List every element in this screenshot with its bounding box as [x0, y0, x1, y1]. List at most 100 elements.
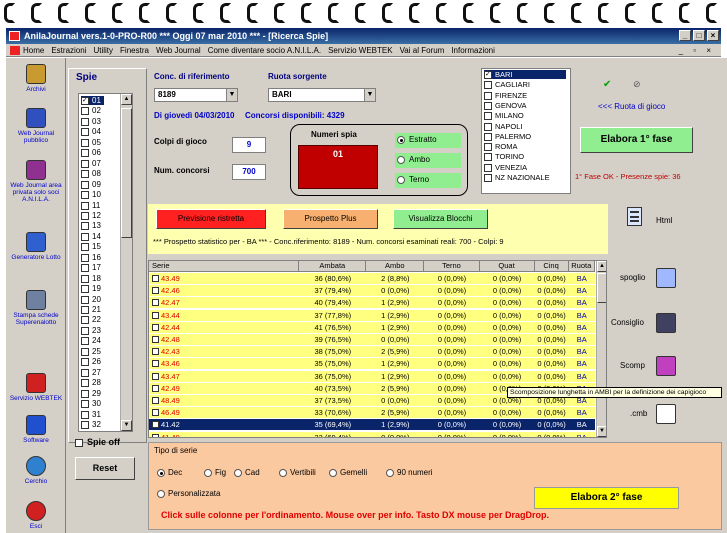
checkbox[interactable]	[152, 348, 159, 356]
checkbox[interactable]	[81, 117, 89, 126]
checkbox[interactable]	[81, 285, 89, 294]
checkbox[interactable]	[152, 275, 159, 282]
spie-off-checkbox[interactable]	[75, 439, 83, 447]
checkbox[interactable]	[152, 433, 159, 437]
checkbox[interactable]	[81, 138, 89, 147]
spie-item[interactable]: 23	[81, 326, 121, 335]
ruota-item[interactable]: NAPOLI	[484, 122, 568, 131]
checkbox[interactable]	[81, 326, 89, 335]
spie-item[interactable]: ✓ 01	[81, 96, 104, 105]
toolbar-item-0[interactable]: Archivi	[6, 64, 66, 93]
spie-item[interactable]: 06	[81, 148, 121, 158]
checkbox[interactable]	[81, 201, 89, 210]
table-row[interactable]: 46.49 33 (70,6%) 2 (5,9%) 0 (0,0%) 0 (0,0%) 0…	[149, 407, 595, 419]
radio-cad[interactable]: Cad	[234, 468, 260, 478]
checkbox[interactable]	[81, 107, 89, 116]
checkbox[interactable]	[152, 397, 159, 404]
previsione-button[interactable]: Previsione ristretta	[156, 209, 266, 229]
spie-item[interactable]: 25	[81, 347, 121, 356]
spie-item[interactable]: 30	[81, 399, 121, 409]
radio-gemelli[interactable]: Gemelli	[329, 468, 367, 478]
spie-item[interactable]: 31	[81, 410, 121, 419]
checkbox[interactable]	[81, 253, 89, 262]
spie-scrollbar[interactable]: ▲ ▼	[120, 94, 132, 431]
checkbox[interactable]	[81, 128, 89, 137]
checkbox[interactable]	[81, 379, 89, 388]
spie-item[interactable]: 26	[81, 357, 121, 367]
elabora1-button[interactable]: Elabora 1° fase	[580, 127, 693, 153]
table-row[interactable]: 43.44 37 (77,8%) 1 (2,9%) 0 (0,0%) 0 (0,0%) 0…	[149, 309, 595, 321]
toolbar-item-1[interactable]: Web Journal pubblico	[6, 108, 66, 144]
radio-personalizzata[interactable]: Personalizzata	[157, 489, 220, 499]
menu-item[interactable]: Finestra	[120, 46, 149, 55]
table-row[interactable]: 43.47 36 (75,0%) 1 (2,9%) 0 (0,0%) 0 (0,0%) 0…	[149, 370, 595, 382]
spoglio-icon[interactable]	[656, 268, 676, 288]
toolbar-item-7[interactable]: Cerchio	[6, 456, 66, 485]
toolbar-item-2[interactable]: Web Journal area privata solo soci A.N.I…	[6, 160, 66, 203]
checkbox[interactable]	[81, 295, 89, 304]
ruote-list[interactable]: ✓ BARI CAGLIARI FIRENZE GENOVA MILANO NAPOLI PA…	[481, 68, 571, 194]
spie-item[interactable]: 05	[81, 138, 121, 147]
spie-item[interactable]: 03	[81, 117, 121, 126]
checkbox[interactable]	[152, 409, 159, 417]
spie-item[interactable]: 21	[81, 305, 121, 314]
spie-item[interactable]: 32	[81, 420, 121, 429]
radio-dot[interactable]	[397, 176, 405, 184]
spie-item[interactable]: 29	[81, 389, 121, 398]
colpi-input[interactable]: 9	[232, 137, 266, 153]
spie-item[interactable]: 10	[81, 190, 121, 200]
conc-combo[interactable]: 8189 ▼	[154, 88, 238, 102]
ruota-item[interactable]: TORINO	[484, 152, 568, 162]
menu-item[interactable]: Web Journal	[156, 46, 201, 55]
ruota-item[interactable]: NZ NAZIONALE	[484, 173, 568, 182]
toolbar-item-6[interactable]: Software	[6, 415, 66, 444]
checkbox[interactable]	[484, 81, 492, 90]
radio-fig[interactable]: Fig	[204, 468, 226, 478]
checkbox[interactable]: ✓	[81, 97, 89, 105]
radio-dot[interactable]	[279, 469, 287, 477]
ruota-item[interactable]: ROMA	[484, 142, 568, 152]
spie-item[interactable]: 19	[81, 284, 121, 294]
checkbox[interactable]	[81, 368, 89, 377]
elabora2-button[interactable]: Elabora 2° fase	[534, 487, 679, 509]
spie-item[interactable]: 28	[81, 378, 121, 388]
ruota-item[interactable]: VENEZIA	[484, 163, 568, 172]
checkbox[interactable]	[152, 311, 159, 319]
scroll-up-icon[interactable]: ▲	[121, 94, 132, 105]
toolbar-item-5[interactable]: Servizio WEBTEK	[6, 373, 66, 402]
checkbox[interactable]	[152, 299, 159, 307]
checkbox[interactable]	[81, 232, 89, 241]
table-row[interactable]: 41.42 35 (69,4%) 1 (2,9%) 0 (0,0%) 0 (0,0%) 0…	[149, 419, 595, 431]
scroll-thumb[interactable]	[121, 108, 132, 238]
toolbar-item-8[interactable]: Esci	[6, 501, 66, 530]
spie-item[interactable]: 04	[81, 127, 121, 137]
spie-item[interactable]: 13	[81, 221, 121, 231]
spie-item[interactable]: 17	[81, 263, 121, 273]
menu-item[interactable]: Home	[23, 46, 44, 55]
check-icon[interactable]: ✔	[603, 79, 611, 90]
table-row[interactable]: 42.47 40 (79,4%) 1 (2,9%) 0 (0,0%) 0 (0,0%) 0…	[149, 297, 595, 309]
spie-item[interactable]: 22	[81, 315, 121, 325]
table-row[interactable]: 42.44 41 (76,5%) 1 (2,9%) 0 (0,0%) 0 (0,0%) 0…	[149, 321, 595, 333]
ruota-item[interactable]: PALERMO	[484, 132, 568, 141]
table-row[interactable]: 43.46 35 (75,0%) 1 (2,9%) 0 (0,0%) 0 (0,0%) 0…	[149, 358, 595, 370]
spie-item[interactable]: 14	[81, 232, 121, 241]
checkbox[interactable]	[81, 274, 89, 283]
html-icon[interactable]	[627, 207, 642, 226]
maximize-button[interactable]: □	[693, 30, 705, 41]
checkbox[interactable]	[81, 149, 89, 158]
spie-item[interactable]: 12	[81, 211, 121, 220]
radio-dot[interactable]	[157, 490, 165, 498]
radio-dot[interactable]	[234, 469, 242, 477]
radio-estratto[interactable]: Estratto	[395, 133, 461, 148]
checkbox[interactable]	[152, 360, 159, 368]
radio-dot[interactable]	[204, 469, 212, 477]
checkbox[interactable]	[484, 112, 492, 121]
spie-item[interactable]: 07	[81, 159, 121, 168]
scroll-thumb[interactable]	[597, 273, 606, 303]
ruota-item[interactable]: FIRENZE	[484, 91, 568, 100]
checkbox[interactable]	[152, 287, 159, 295]
radio-dec[interactable]: Dec	[157, 468, 182, 478]
close-button[interactable]: ×	[707, 30, 719, 41]
checkbox[interactable]	[484, 163, 492, 172]
